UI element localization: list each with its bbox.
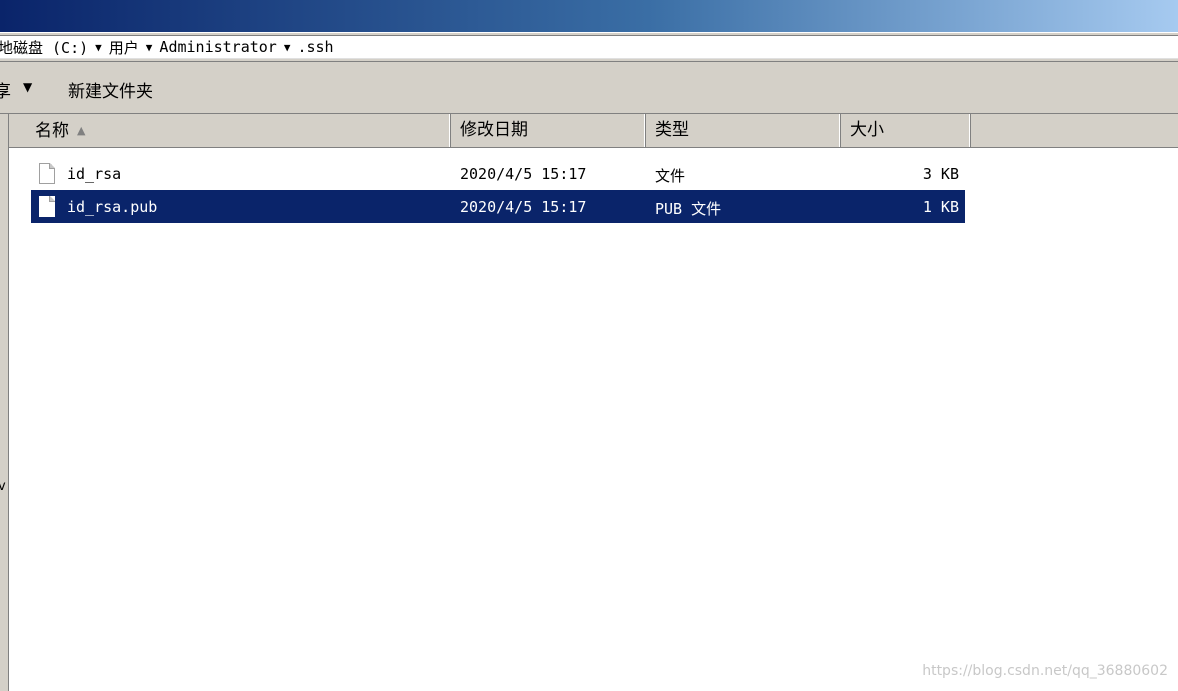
column-header-name-label: 名称 <box>35 121 69 141</box>
file-size: 3 KB <box>922 165 959 183</box>
toolbar: 享 ▼ 新建文件夹 <box>0 62 1178 114</box>
file-name: id_rsa.pub <box>67 198 158 216</box>
navigation-pane[interactable]: v <box>0 114 9 691</box>
breadcrumb-item-users[interactable]: 用户 <box>107 37 141 58</box>
file-name: id_rsa <box>67 165 122 183</box>
file-size: 1 KB <box>922 198 959 216</box>
file-icon <box>39 163 55 184</box>
new-folder-button[interactable]: 新建文件夹 <box>68 77 153 102</box>
file-type: 文件 <box>655 167 686 185</box>
share-button[interactable]: 享 <box>0 77 11 102</box>
chevron-down-icon[interactable]: ▼ <box>141 41 158 54</box>
breadcrumb-item-ssh[interactable]: .ssh <box>295 38 335 56</box>
sort-ascending-icon: ▲ <box>77 124 86 137</box>
file-row-id-rsa-pub[interactable]: id_rsa.pub 2020/4/5 15:17 PUB 文件 1 KB <box>31 190 965 223</box>
chevron-down-icon[interactable]: ▼ <box>23 80 32 94</box>
file-modified: 2020/4/5 15:17 <box>460 198 587 216</box>
column-header-size[interactable]: 大小 <box>841 114 971 147</box>
file-row-id-rsa[interactable]: id_rsa 2020/4/5 15:17 文件 3 KB <box>31 157 965 190</box>
breadcrumb-item-local-disk[interactable]: 地磁盘 (C:) <box>0 37 90 58</box>
column-header-date-label: 修改日期 <box>460 120 528 140</box>
column-header-type[interactable]: 类型 <box>646 114 841 147</box>
file-modified: 2020/4/5 15:17 <box>460 165 587 183</box>
column-header-date[interactable]: 修改日期 <box>451 114 646 147</box>
column-header-name[interactable]: 名称 ▲ <box>9 114 451 147</box>
watermark: https://blog.csdn.net/qq_36880602 <box>922 663 1168 679</box>
column-header-row: 名称 ▲ 修改日期 类型 大小 <box>9 114 1178 148</box>
file-type: PUB 文件 <box>655 200 722 218</box>
chevron-down-icon[interactable]: ▼ <box>90 41 107 54</box>
chevron-down-icon[interactable]: ▼ <box>279 41 296 54</box>
breadcrumb-item-administrator[interactable]: Administrator <box>157 38 278 56</box>
file-icon <box>39 196 55 217</box>
breadcrumb[interactable]: 地磁盘 (C:) ▼ 用户 ▼ Administrator ▼ .ssh <box>0 35 1178 59</box>
column-header-size-label: 大小 <box>850 120 884 140</box>
navigation-pane-glyph: v <box>0 479 6 494</box>
column-header-type-label: 类型 <box>655 120 689 140</box>
title-bar[interactable] <box>0 0 1178 32</box>
address-bar[interactable]: 地磁盘 (C:) ▼ 用户 ▼ Administrator ▼ .ssh <box>0 32 1178 62</box>
